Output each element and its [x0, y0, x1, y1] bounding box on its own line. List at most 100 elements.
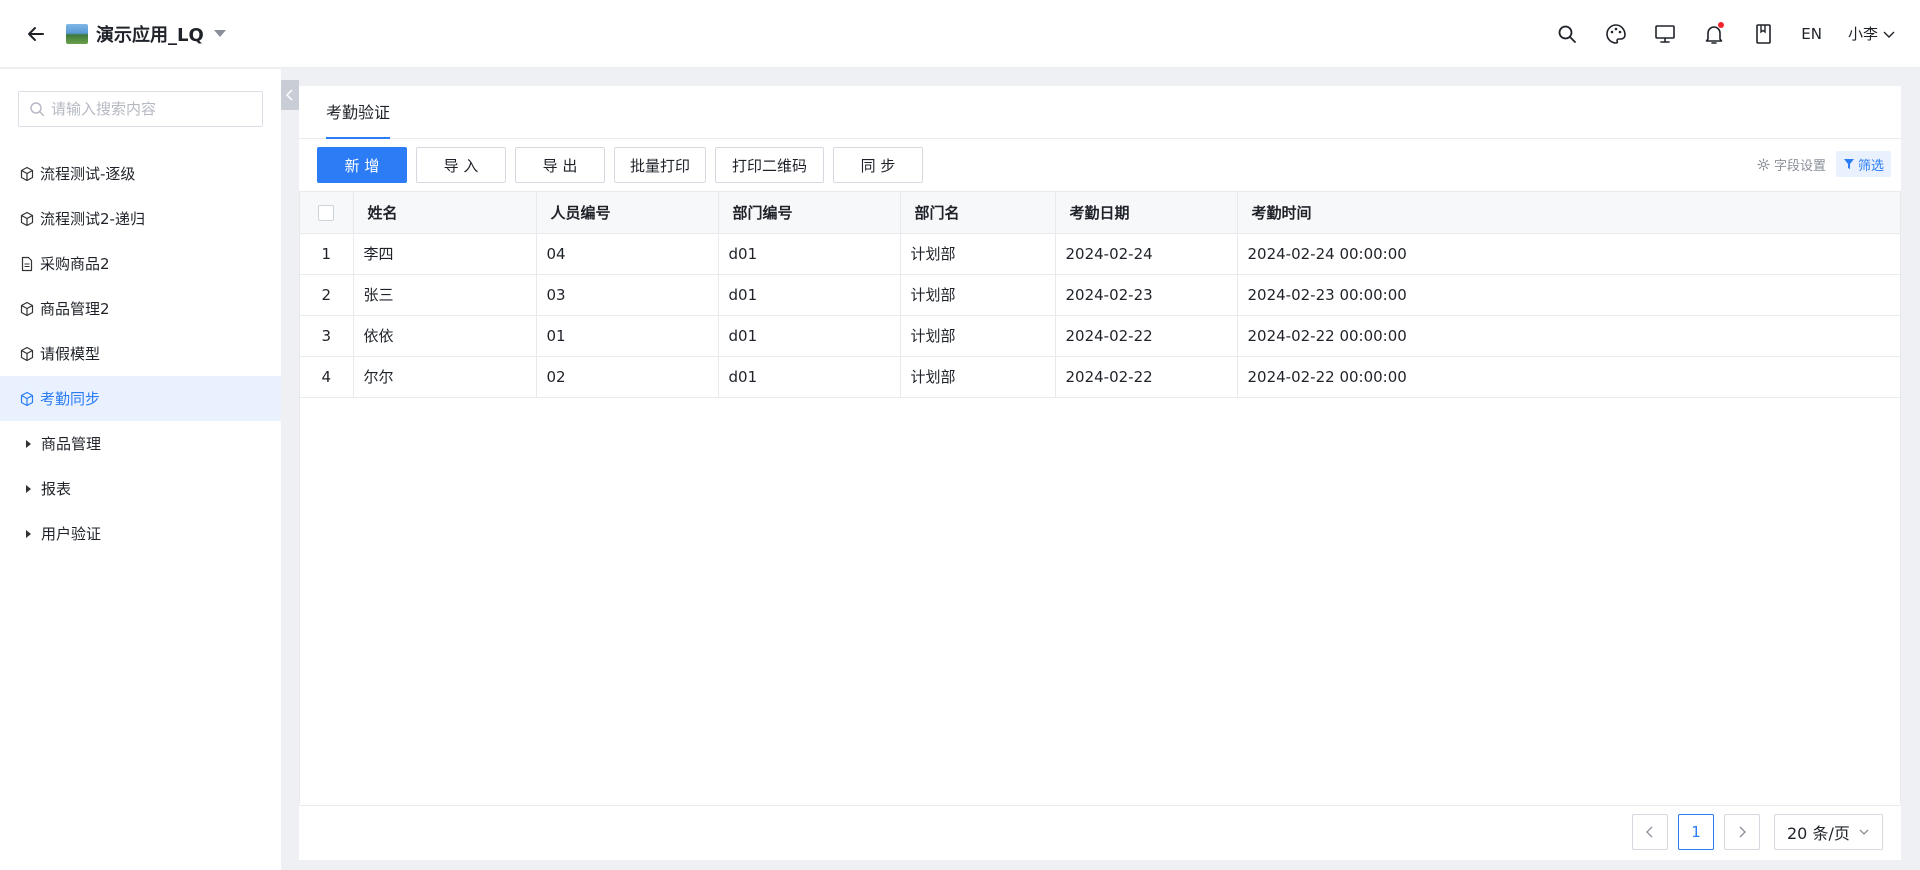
cell-date: 2024-02-22: [1055, 315, 1238, 357]
sidebar-item-label: 考勤同步: [40, 390, 101, 408]
column-header-name[interactable]: 姓名: [353, 192, 537, 234]
sidebar-group-label: 用户验证: [41, 525, 102, 543]
book-icon: [1756, 23, 1772, 44]
app-logo: [66, 23, 88, 44]
monitor-button[interactable]: [1653, 22, 1677, 46]
palette-icon: [1606, 23, 1627, 44]
pagination: 1 20 条/页: [1622, 814, 1883, 850]
cell-dept-no: d01: [718, 356, 901, 398]
sidebar-collapse-button[interactable]: [281, 80, 299, 110]
sync-button[interactable]: 同 步: [833, 147, 923, 183]
theme-button[interactable]: [1604, 22, 1628, 46]
sidebar-item-goods-management[interactable]: 商品管理2: [0, 286, 281, 331]
caret-right-icon: [26, 439, 31, 448]
row-index: 3: [300, 315, 354, 357]
arrow-left-icon: [28, 26, 44, 41]
cell-dept-no: d01: [718, 315, 901, 357]
page-size-select[interactable]: 20 条/页: [1774, 814, 1883, 850]
add-button[interactable]: 新 增: [317, 147, 407, 183]
page-button-current[interactable]: 1: [1678, 814, 1714, 850]
user-menu[interactable]: 小李: [1848, 23, 1896, 44]
cell-dept-name: 计划部: [900, 315, 1056, 357]
sidebar-item-purchase-goods[interactable]: 采购商品2: [0, 241, 281, 286]
cell-name: 张三: [353, 274, 537, 316]
sidebar-group-label: 报表: [41, 480, 72, 498]
batch-print-button[interactable]: 批量打印: [614, 147, 706, 183]
search-icon: [30, 102, 45, 117]
chevron-left-icon: [1646, 826, 1653, 838]
sidebar-item-leave-model[interactable]: 请假模型: [0, 331, 281, 376]
search-button[interactable]: [1555, 22, 1579, 46]
table-row[interactable]: 2 张三 03 d01 计划部 2024-02-23 2024-02-23 00…: [300, 274, 1900, 316]
sidebar-group-goods-management[interactable]: 商品管理: [0, 421, 281, 466]
next-page-button[interactable]: [1724, 814, 1760, 850]
cell-name: 依依: [353, 315, 537, 357]
sidebar-item-attendance-sync[interactable]: 考勤同步: [0, 376, 281, 421]
chevron-down-icon: [1859, 829, 1869, 835]
filter-button[interactable]: 筛选: [1835, 151, 1891, 177]
sidebar-search-input[interactable]: [51, 100, 251, 118]
cell-date: 2024-02-24: [1055, 233, 1238, 275]
cell-dept-no: d01: [718, 274, 901, 316]
field-settings-label: 字段设置: [1773, 158, 1826, 174]
cell-dept-name: 计划部: [900, 274, 1056, 316]
cell-date: 2024-02-23: [1055, 274, 1238, 316]
column-header-date[interactable]: 考勤日期: [1055, 192, 1238, 234]
row-index: 1: [300, 233, 354, 275]
header-actions: EN 小李: [1530, 21, 1896, 46]
cell-date: 2024-02-22: [1055, 356, 1238, 398]
table-row[interactable]: 1 李四 04 d01 计划部 2024-02-24 2024-02-24 00…: [300, 233, 1900, 275]
tab-bar: 考勤验证: [299, 86, 1901, 139]
column-header-dept-no[interactable]: 部门编号: [718, 192, 901, 234]
table-row[interactable]: 3 依依 01 d01 计划部 2024-02-22 2024-02-22 00…: [300, 315, 1900, 357]
cube-icon: [18, 300, 36, 318]
cube-icon: [18, 390, 36, 408]
sidebar-group-reports[interactable]: 报表: [0, 466, 281, 511]
sidebar-search[interactable]: [18, 91, 263, 127]
back-button[interactable]: [24, 22, 48, 46]
prev-page-button[interactable]: [1632, 814, 1668, 850]
main-panel: 考勤验证 新 增 导 入 导 出 批量打印 打印二维码 同 步 字段设置 筛选 …: [299, 86, 1901, 860]
select-all-cell: [300, 192, 354, 234]
select-all-checkbox[interactable]: [318, 204, 335, 221]
sidebar-nav: 流程测试-逐级 流程测试2-递归 采购商品2 商品管理2 请假模型 考勤同步 商…: [0, 151, 281, 556]
table-row[interactable]: 4 尔尔 02 d01 计划部 2024-02-22 2024-02-22 00…: [300, 356, 1900, 398]
docs-button[interactable]: [1751, 22, 1775, 46]
cell-time: 2024-02-24 00:00:00: [1237, 233, 1900, 275]
field-settings-button[interactable]: 字段设置: [1757, 155, 1826, 174]
pager-divider: [299, 805, 1901, 806]
sidebar-item-label: 请假模型: [40, 345, 101, 363]
sidebar-group-user-verification[interactable]: 用户验证: [0, 511, 281, 556]
cell-emp-no: 03: [536, 274, 719, 316]
column-header-emp-no[interactable]: 人员编号: [536, 192, 719, 234]
export-button[interactable]: 导 出: [515, 147, 605, 183]
print-qrcode-button[interactable]: 打印二维码: [715, 147, 824, 183]
sidebar-item-process-test-level[interactable]: 流程测试-逐级: [0, 151, 281, 196]
sidebar-group-label: 商品管理: [41, 435, 102, 453]
search-icon: [1558, 25, 1577, 43]
app-switch-caret-icon[interactable]: [213, 30, 226, 37]
notification-button[interactable]: [1702, 21, 1726, 46]
language-switch[interactable]: EN: [1801, 25, 1822, 43]
cell-time: 2024-02-22 00:00:00: [1237, 315, 1900, 357]
sidebar-item-label: 采购商品2: [40, 255, 110, 273]
cell-dept-no: d01: [718, 233, 901, 275]
cell-time: 2024-02-22 00:00:00: [1237, 356, 1900, 398]
import-button[interactable]: 导 入: [416, 147, 506, 183]
top-header: 演示应用_LQ EN 小李: [0, 0, 1920, 68]
sidebar-item-label: 流程测试2-递归: [40, 210, 145, 228]
column-header-dept-name[interactable]: 部门名: [900, 192, 1056, 234]
filter-label: 筛选: [1857, 158, 1884, 174]
file-icon: [18, 255, 36, 273]
sidebar-item-process-test-recursive[interactable]: 流程测试2-递归: [0, 196, 281, 241]
caret-right-icon: [26, 484, 31, 493]
chevron-left-icon: [285, 89, 293, 101]
chevron-down-icon: [1883, 31, 1895, 38]
app-title: 演示应用_LQ: [96, 24, 204, 46]
cell-emp-no: 04: [536, 233, 719, 275]
cell-dept-name: 计划部: [900, 233, 1056, 275]
cell-time: 2024-02-23 00:00:00: [1237, 274, 1900, 316]
tab-attendance-verification[interactable]: 考勤验证: [326, 86, 391, 139]
column-header-time[interactable]: 考勤时间: [1237, 192, 1900, 234]
cell-name: 李四: [353, 233, 537, 275]
